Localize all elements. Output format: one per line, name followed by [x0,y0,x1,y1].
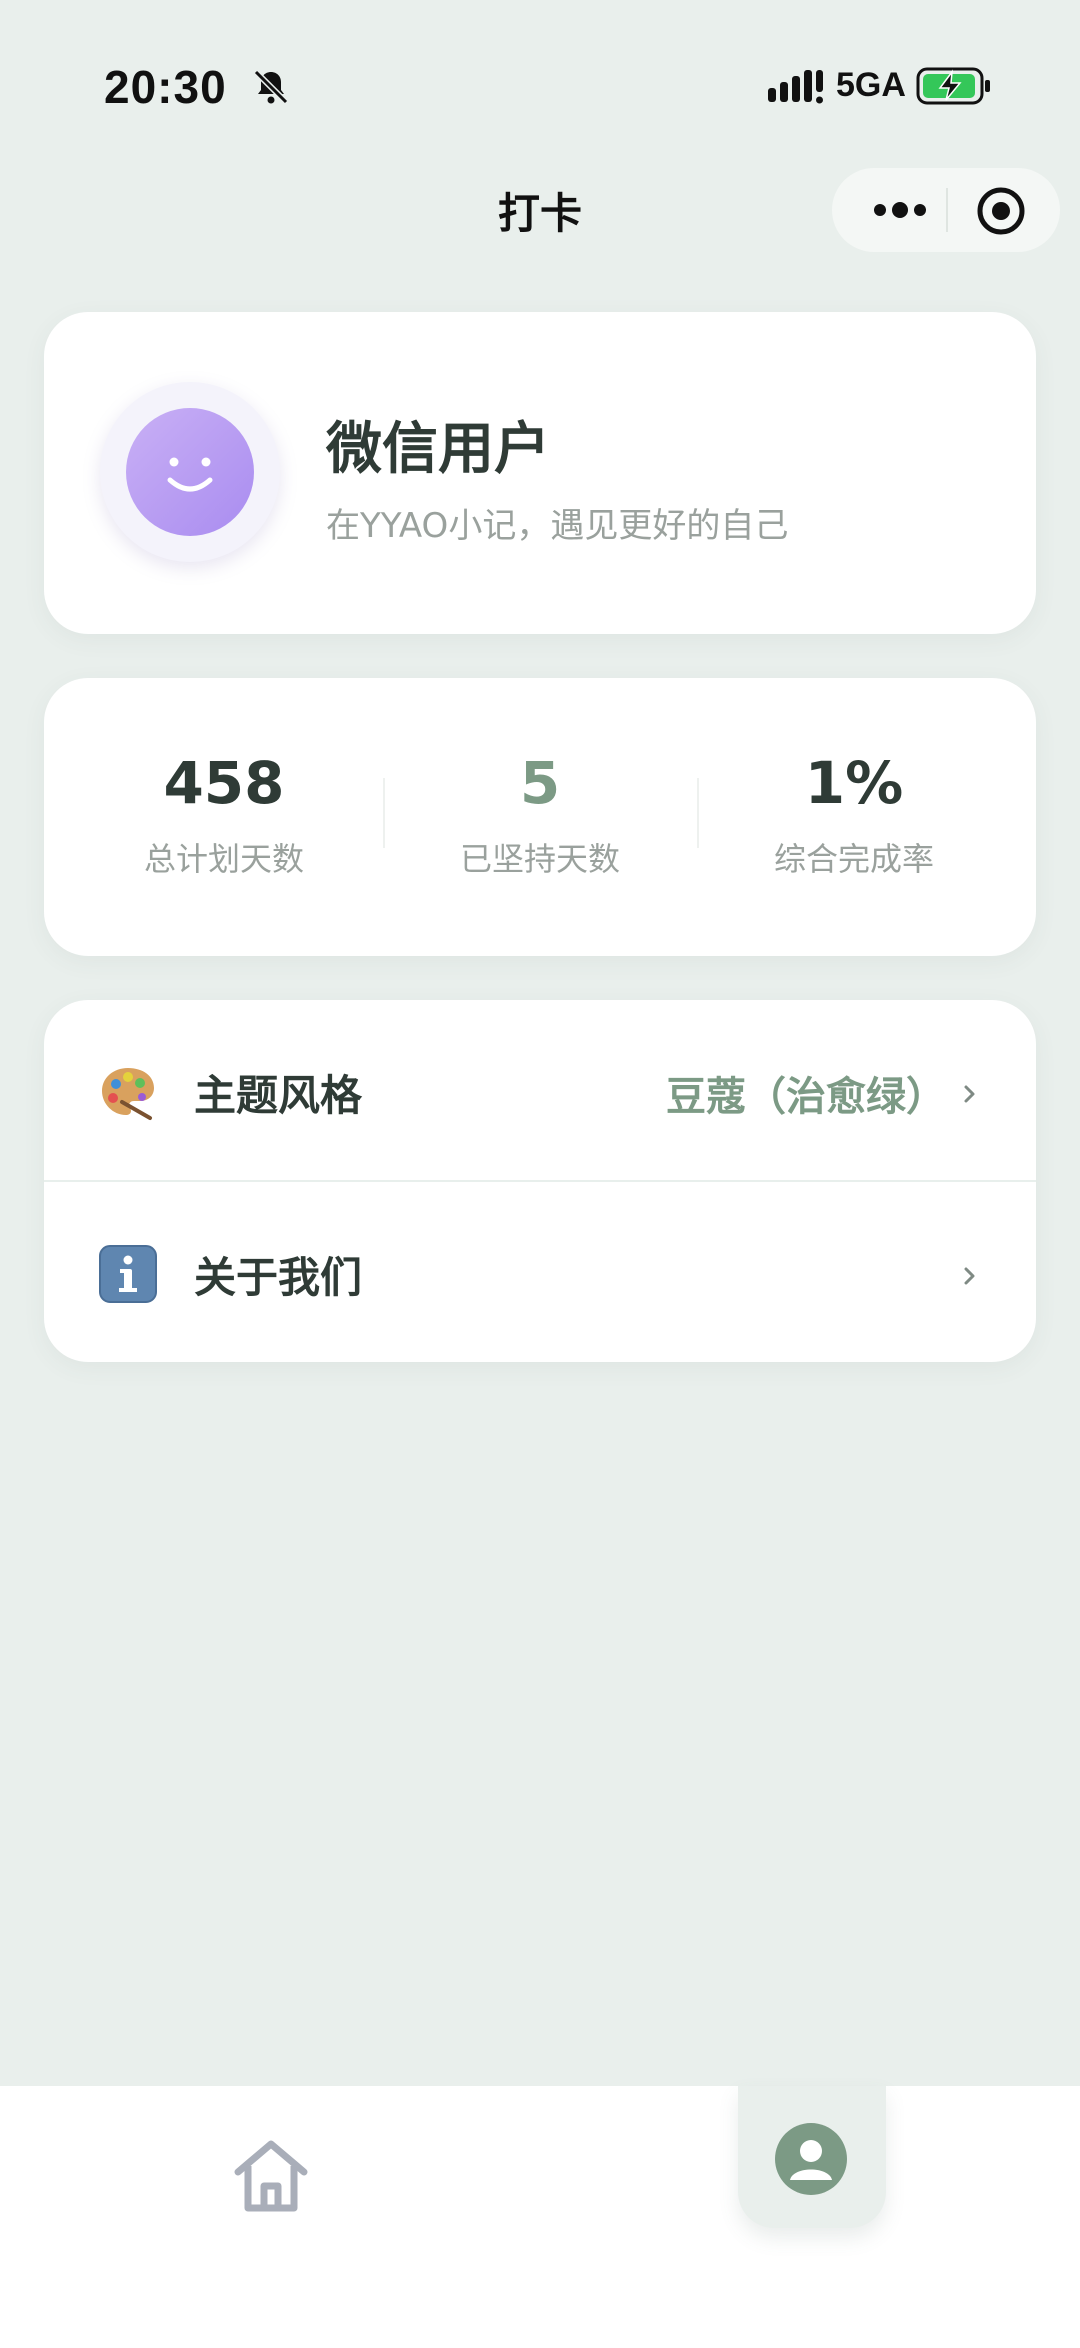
stat-label: 已坚持天数 [459,840,620,878]
stat-divider [383,778,385,848]
stat-label: 综合完成率 [773,840,934,878]
stat-persisted-days: 5 已坚持天数 [390,748,690,880]
avatar [126,408,254,536]
smile-icon [167,457,213,492]
menu-item-label: 主题风格 [194,1071,363,1120]
stat-value: 5 [519,749,561,817]
signal-icon [768,70,823,104]
stat-total-days: 458 总计划天数 [74,748,374,880]
target-icon[interactable] [974,184,1028,238]
status-time: 20:30 [104,61,227,113]
menu-item-label: 关于我们 [194,1253,363,1302]
avatar-ring [100,382,280,562]
tab-me-active[interactable] [738,2086,886,2228]
menu-item-about[interactable]: 关于我们 [44,1182,1036,1362]
bell-off-icon [253,69,289,105]
stat-label: 总计划天数 [143,840,304,878]
chevron-right-icon [964,1085,975,1103]
palette-icon [102,1068,154,1120]
mini-program-capsule [832,168,1060,252]
chevron-right-icon [964,1267,975,1285]
stat-completion-rate: 1% 综合完成率 [704,748,1004,880]
tab-bar [0,2086,1080,2348]
menu-item-theme[interactable]: 主题风格 豆蔻（治愈绿） [44,1000,1036,1180]
status-bar: 20:30 5GA [0,0,1080,180]
battery-charging-icon [916,67,990,105]
network-type: 5GA [836,66,906,104]
stat-value: 458 [163,749,285,817]
user-name: 微信用户 [326,417,550,482]
settings-menu: 主题风格 豆蔻（治愈绿） 关于我们 [44,1000,1036,1362]
stat-value: 1% [804,749,904,817]
user-icon [775,2123,847,2195]
home-icon[interactable] [226,2132,316,2222]
info-icon [99,1245,157,1303]
capsule-divider [946,188,948,232]
menu-item-value: 豆蔻（治愈绿） [666,1074,946,1120]
profile-card[interactable]: 微信用户 在YYAO小记，遇见更好的自己 [44,312,1036,634]
stats-card: 458 总计划天数 5 已坚持天数 1% 综合完成率 [44,678,1036,956]
user-slogan: 在YYAO小记，遇见更好的自己 [326,506,789,546]
more-icon[interactable] [862,168,942,252]
stat-divider [697,778,699,848]
